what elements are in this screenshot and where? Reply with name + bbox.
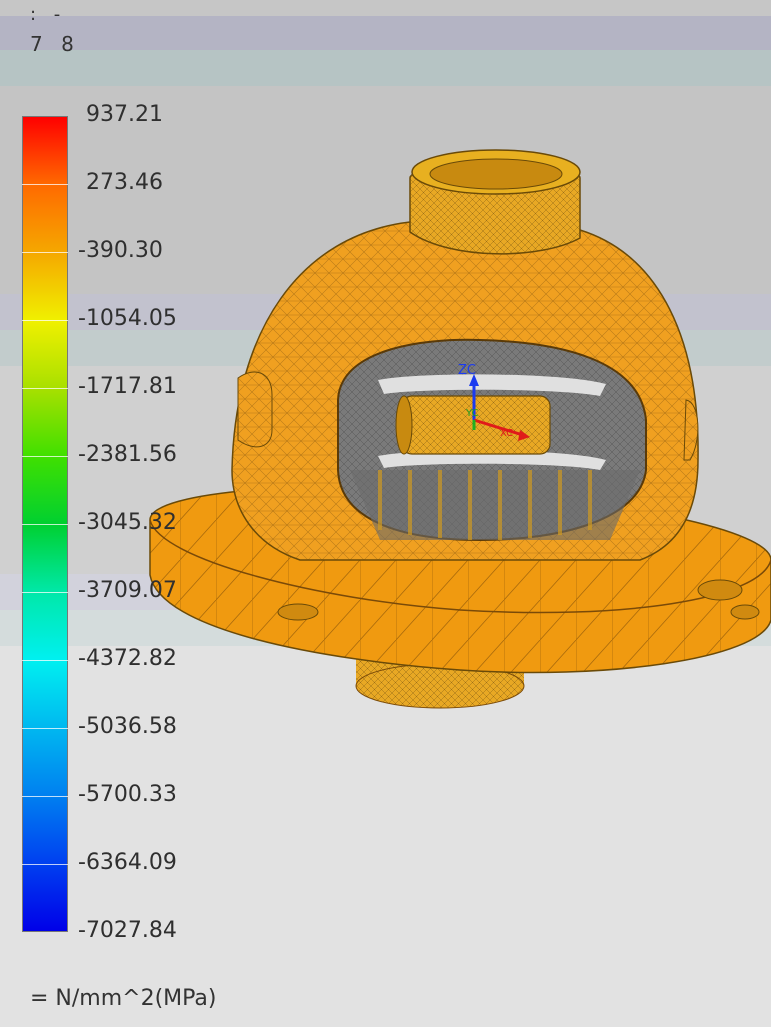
xc-axis-label: XC bbox=[500, 428, 513, 439]
legend-value-label: -7027.84 bbox=[78, 918, 177, 943]
legend-tick bbox=[22, 864, 68, 865]
legend-tick bbox=[22, 592, 68, 593]
legend-value-label: -390.30 bbox=[78, 238, 163, 263]
legend-tick bbox=[22, 524, 68, 525]
legend-value-label: 273.46 bbox=[86, 170, 163, 195]
legend-value-label: -4372.82 bbox=[78, 646, 177, 671]
yc-axis-label: YC bbox=[465, 408, 479, 419]
legend-value-label: -3709.07 bbox=[78, 578, 177, 603]
legend-value-label: -1717.81 bbox=[78, 374, 177, 399]
legend-tick bbox=[22, 184, 68, 185]
legend-value-label: -1054.05 bbox=[78, 306, 177, 331]
legend-tick bbox=[22, 660, 68, 661]
legend-tick bbox=[22, 252, 68, 253]
legend-tick bbox=[22, 796, 68, 797]
legend-value-label: -5036.58 bbox=[78, 714, 177, 739]
legend-tick bbox=[22, 456, 68, 457]
graphics-viewport[interactable]: : - 7 8 ZC YC XC = N/mm^2(MPa) 937.21 27… bbox=[0, 0, 771, 1027]
zc-axis-label: ZC bbox=[458, 363, 476, 378]
legend-value-label: -3045.32 bbox=[78, 510, 177, 535]
top-neck bbox=[409, 149, 581, 255]
housing-window bbox=[337, 338, 647, 542]
legend-tick bbox=[22, 728, 68, 729]
legend-value-label: -5700.33 bbox=[78, 782, 177, 807]
legend-value-label: -2381.56 bbox=[78, 442, 177, 467]
legend-tick bbox=[22, 320, 68, 321]
legend-tick bbox=[22, 388, 68, 389]
units-label: = N/mm^2(MPa) bbox=[30, 986, 217, 1011]
legend-value-label: 937.21 bbox=[86, 102, 163, 127]
legend-value-label: -6364.09 bbox=[78, 850, 177, 875]
